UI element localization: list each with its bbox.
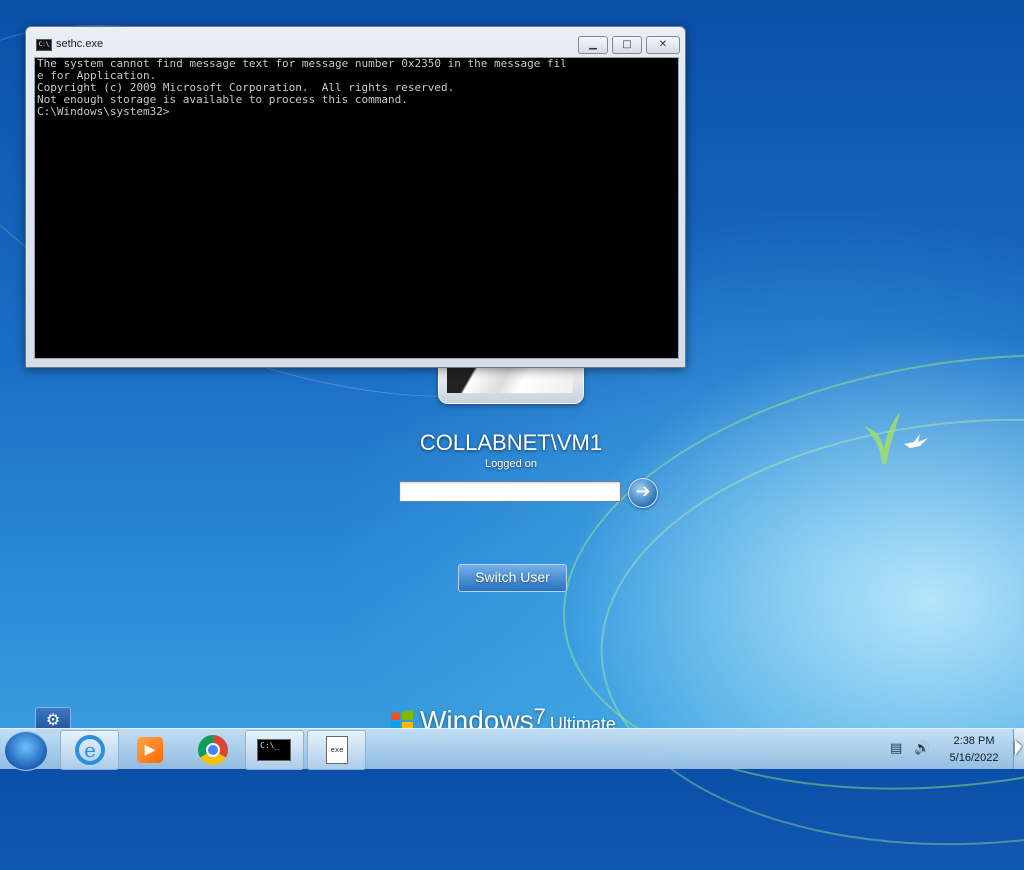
- window-titlebar[interactable]: C:\ sethc.exe ▁ □ ✕: [26, 27, 685, 57]
- brand-version: 7: [533, 704, 546, 729]
- network-icon[interactable]: ▤: [890, 741, 902, 756]
- console-line: The system cannot find message text for …: [37, 58, 567, 70]
- taskbar-document[interactable]: exe: [307, 730, 366, 770]
- clock-time: 2:38 PM: [953, 735, 995, 747]
- console-prompt[interactable]: C:\Windows\system32>: [35, 106, 678, 118]
- console-output[interactable]: The system cannot find message text for …: [34, 57, 679, 359]
- logon-status: Logged on: [485, 458, 537, 470]
- user-picture-tile: [438, 366, 584, 404]
- media-player-icon: ▶: [137, 737, 163, 763]
- taskbar: e ▶ C:\_ exe ▤ 🔊 2:38 PM 5/16/2022: [0, 728, 1024, 771]
- clock[interactable]: 2:38 PM 5/16/2022: [938, 733, 1010, 767]
- clock-date: 5/16/2022: [949, 752, 999, 764]
- mouse-cursor: [1015, 740, 1022, 756]
- taskbar-chrome[interactable]: [183, 730, 242, 770]
- logon-username: COLLABNET\VM1: [419, 430, 603, 455]
- taskbar-command-prompt[interactable]: C:\_: [245, 730, 304, 770]
- document-icon: exe: [326, 736, 348, 764]
- close-button[interactable]: ✕: [646, 36, 680, 54]
- user-picture: [447, 367, 573, 393]
- taskbar-media-player[interactable]: ▶: [120, 730, 179, 770]
- ie-icon: e: [75, 735, 105, 765]
- password-input[interactable]: [399, 481, 621, 502]
- console-line: Not enough storage is available to proce…: [37, 94, 408, 106]
- chrome-icon: [198, 735, 228, 765]
- cmd-icon: C:\_: [257, 739, 291, 761]
- taskbar-internet-explorer[interactable]: e: [60, 730, 119, 770]
- switch-user-button[interactable]: Switch User: [458, 564, 567, 592]
- maximize-button[interactable]: □: [612, 36, 642, 54]
- minimize-button[interactable]: ▁: [578, 36, 608, 54]
- arrow-right-icon[interactable]: ➔: [628, 478, 658, 508]
- console-line: Copyright (c) 2009 Microsoft Corporation…: [37, 82, 455, 94]
- console-line: e for Application.: [37, 70, 157, 82]
- window-title: sethc.exe: [56, 38, 104, 50]
- windows-start-orb-icon[interactable]: [4, 731, 48, 771]
- volume-icon[interactable]: 🔊: [914, 741, 930, 756]
- console-window[interactable]: C:\ sethc.exe ▁ □ ✕ The system cannot fi…: [25, 26, 686, 368]
- console-app-icon: C:\: [36, 39, 52, 51]
